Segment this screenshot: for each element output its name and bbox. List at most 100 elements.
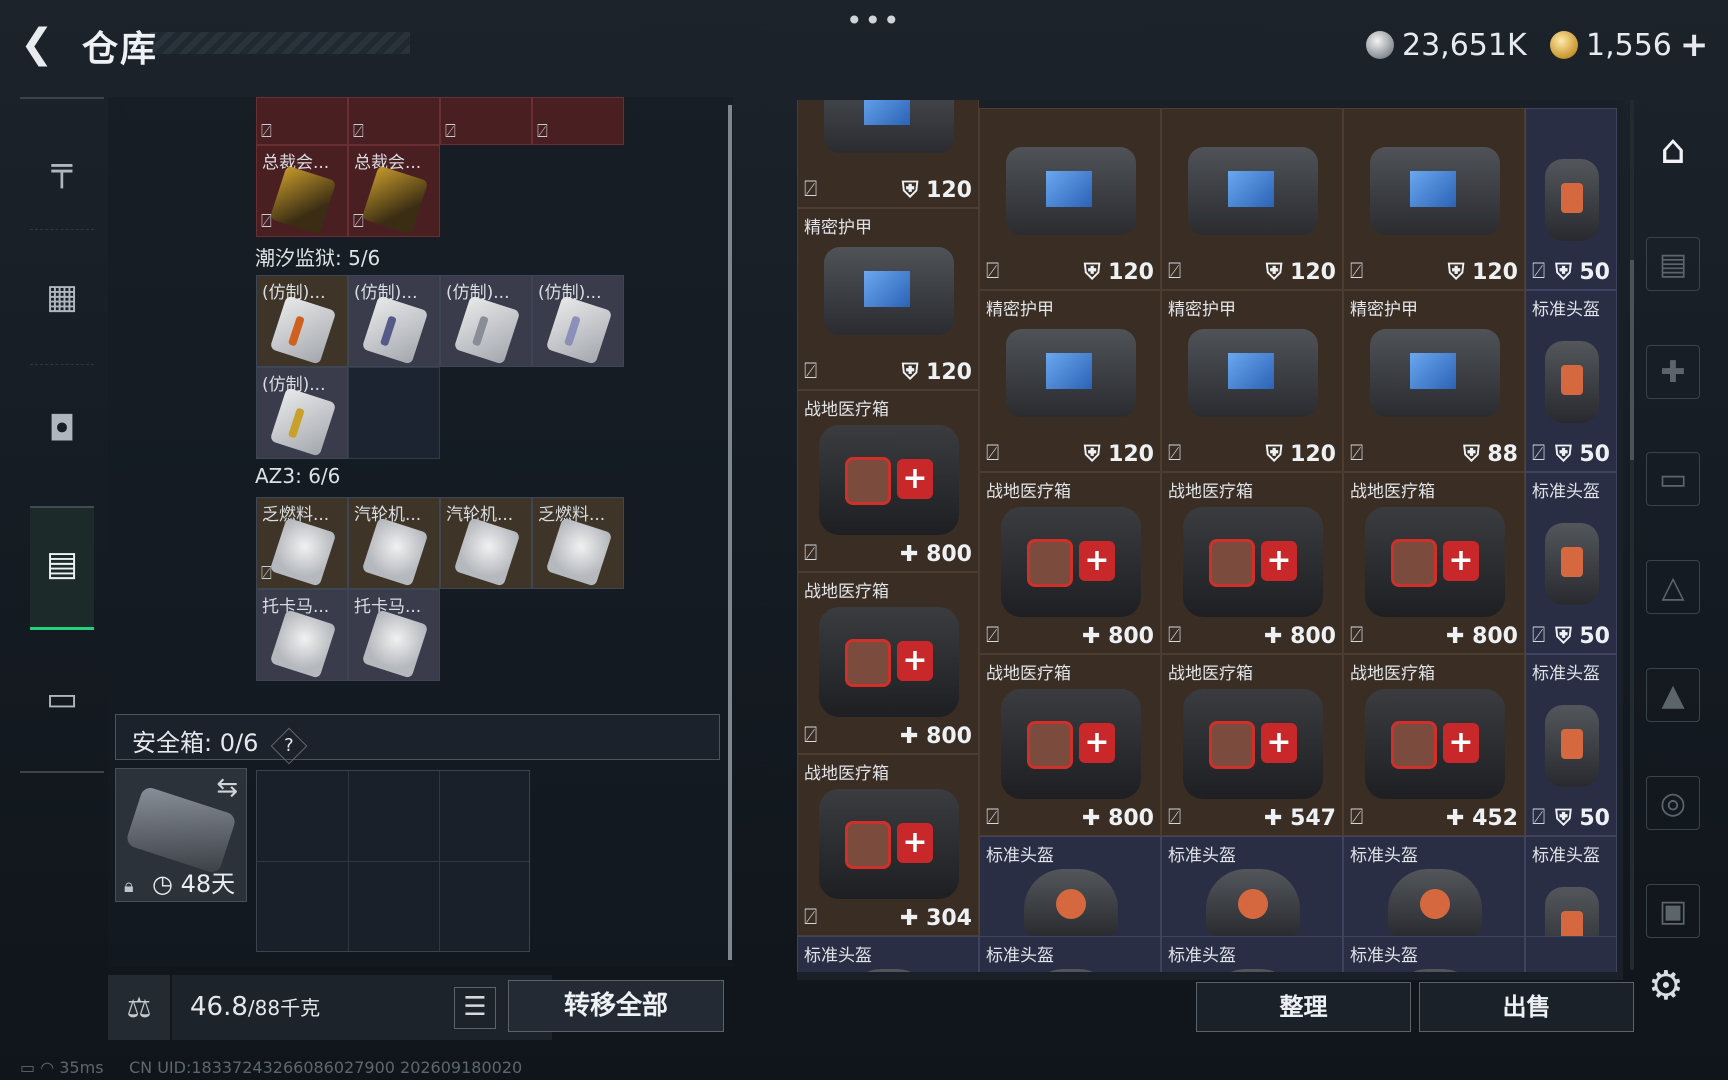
item-slot[interactable]: 汽轮机... — [440, 497, 532, 589]
armor-vest-image — [1370, 147, 1500, 235]
helmet-item-slot[interactable]: ⍁⛨ 50 — [1525, 108, 1617, 290]
armor-item-slot[interactable]: ⍁ ⛨ 120 — [979, 108, 1161, 290]
back-arrow-icon[interactable]: ❮ — [20, 24, 60, 64]
armor-item-slot[interactable]: ⍁ ⛨ 120 — [797, 100, 979, 208]
medkit-item-slot[interactable]: 战地医疗箱 + ⍁ ✚ 547 — [1161, 654, 1343, 836]
item-slot[interactable]: ⍁ — [348, 97, 440, 145]
medkit-item-slot[interactable]: 战地医疗箱 + ⍁ ✚ 800 — [1343, 472, 1525, 654]
tab-icon-iv-1[interactable]: ▤ — [1646, 237, 1700, 291]
medkit-item-slot[interactable]: 战地医疗箱 + ⍁ ✚ 800 — [797, 572, 979, 754]
tab-icon-iv-2[interactable]: ✚ — [1646, 345, 1700, 399]
heal-plus-icon: ✚ — [899, 542, 927, 567]
stash-scrollbar[interactable] — [1630, 100, 1634, 970]
helmet-item-slot[interactable]: 标准头盔⍁⛨ 50 — [1161, 936, 1343, 972]
armor-item-slot[interactable]: 精密护甲 ⍁ ⛨ 120 — [979, 290, 1161, 472]
value-text: 120 — [1290, 260, 1336, 285]
tab-icon-v[interactable]: ◎ — [1646, 776, 1700, 830]
item-slot[interactable]: 托卡马... — [348, 589, 440, 681]
add-currency-icon[interactable]: + — [1680, 25, 1709, 65]
medkit-image: + — [1365, 507, 1505, 617]
item-name: 战地医疗箱 — [1350, 482, 1435, 502]
durability-value: ⛨ 88 — [1463, 442, 1518, 467]
item-name: 精密护甲 — [1168, 300, 1236, 320]
item-name: 标准头盔 — [1350, 846, 1418, 866]
value-text: 120 — [1108, 442, 1154, 467]
medkit-item-slot[interactable]: 战地医疗箱 + ⍁ ✚ 800 — [979, 472, 1161, 654]
item-slot[interactable]: 乏燃料... ⍁ — [256, 497, 348, 589]
more-dots-icon[interactable]: ••• — [846, 4, 902, 37]
heal-value: ✚ 800 — [900, 542, 972, 567]
medkit-item-slot[interactable]: 战地医疗箱 + ⍁ ✚ 800 — [979, 654, 1161, 836]
helmet-item-slot[interactable]: ⍁⛨ 50 — [1525, 936, 1617, 972]
sell-button[interactable]: 出售 — [1419, 982, 1634, 1032]
briefcase-icon[interactable]: ▭ — [32, 669, 92, 729]
durability-value: ⛨ 120 — [902, 178, 972, 203]
material-bag-image — [453, 517, 521, 587]
item-slot[interactable]: (仿制)... — [256, 367, 348, 459]
storage-icon[interactable]: ▤ — [32, 534, 92, 594]
currency-gold[interactable]: 1,556 + — [1550, 22, 1708, 68]
helmet-image — [1388, 969, 1482, 972]
transfer-all-button[interactable]: 转移全部 — [508, 980, 724, 1032]
safe-box-grid[interactable] — [256, 770, 530, 952]
safe-case-slot[interactable]: ⇆ 🔒︎ ◷ 48天 — [115, 768, 247, 902]
item-slot[interactable]: ⍁ — [440, 97, 532, 145]
item-slot[interactable]: 总裁会... ⍁ — [348, 145, 440, 237]
tab-icon-iv-3[interactable]: ▲ — [1646, 668, 1700, 722]
empty-slot[interactable] — [348, 367, 440, 459]
armor-item-slot[interactable]: 精密护甲 ⍁ ⛨ 120 — [797, 208, 979, 390]
tab-icon-gti-1[interactable]: ▭ — [1646, 452, 1700, 506]
value-text: 120 — [1472, 260, 1518, 285]
item-slot[interactable]: 乏燃料... — [532, 497, 624, 589]
list-icon[interactable]: ☰ — [454, 987, 496, 1029]
armor-vest-image — [1188, 147, 1318, 235]
helmet-item-slot[interactable]: 标准头盔⍁⛨ 50 — [1343, 936, 1525, 972]
keycard-image — [545, 295, 613, 365]
weapon-icon[interactable]: ╤ — [32, 139, 92, 199]
medkit-item-slot[interactable]: 战地医疗箱 + ⍁ ✚ 304 — [797, 754, 979, 936]
tab-icon-gti-2[interactable]: △ — [1646, 560, 1700, 614]
heal-plus-icon: ✚ — [1445, 806, 1473, 831]
swap-icon[interactable]: ⇆ — [216, 773, 238, 803]
shield-icon: ⛨ — [1555, 806, 1580, 831]
medkit-item-slot[interactable]: 战地医疗箱 + ⍁ ✚ 800 — [1161, 472, 1343, 654]
helmet-item-slot[interactable]: 标准头盔⍁⛨ 50 — [797, 936, 979, 972]
item-slot[interactable]: (仿制)... — [256, 275, 348, 367]
item-slot[interactable]: (仿制)... — [348, 275, 440, 367]
helmet-item-slot[interactable]: 标准头盔⍁⛨ 50 — [1525, 472, 1617, 654]
sort-button[interactable]: 整理 — [1196, 982, 1411, 1032]
left-scrollbar[interactable] — [728, 105, 732, 960]
armor-item-slot[interactable]: ⍁ ⛨ 120 — [1343, 108, 1525, 290]
item-slot[interactable]: 托卡马... — [256, 589, 348, 681]
armor-item-slot[interactable]: 精密护甲 ⍁ ⛨ 88 — [1343, 290, 1525, 472]
no-trade-icon: ⍁ — [1168, 259, 1182, 284]
medkit-item-slot[interactable]: 战地医疗箱 + ⍁ ✚ 800 — [797, 390, 979, 572]
item-slot[interactable]: 总裁会... ⍁ — [256, 145, 348, 237]
heal-value: ✚ 800 — [1446, 624, 1518, 649]
armor-vest-image — [1006, 329, 1136, 417]
value-text: 452 — [1472, 806, 1518, 831]
no-trade-icon: ⍁ — [1168, 623, 1182, 648]
tab-icon-gti-3[interactable]: ▣ — [1646, 884, 1700, 938]
medkit-item-slot[interactable]: 战地医疗箱 + ⍁ ✚ 452 — [1343, 654, 1525, 836]
item-slot[interactable]: ⍁ — [256, 97, 348, 145]
helmet-item-slot[interactable]: 标准头盔⍁⛨ 50 — [979, 936, 1161, 972]
medkit-image: + — [819, 607, 959, 717]
helmet-item-slot[interactable]: 标准头盔⍁⛨ 50 — [1525, 654, 1617, 836]
settings-gear-icon[interactable]: ⚙ — [1648, 963, 1684, 1009]
help-icon[interactable]: ? — [270, 727, 308, 765]
item-slot[interactable]: ⍁ — [532, 97, 624, 145]
value-text: 304 — [926, 906, 972, 931]
item-slot[interactable]: 汽轮机... — [348, 497, 440, 589]
page-title: 仓库 — [82, 29, 159, 70]
item-slot[interactable]: (仿制)... — [532, 275, 624, 367]
vest-icon[interactable]: ▦ — [32, 267, 92, 327]
helmet-item-slot[interactable]: 标准头盔⍁⛨ 50 — [1525, 290, 1617, 472]
backpack-icon[interactable]: ◘ — [32, 399, 92, 459]
no-trade-icon: ⍁ — [804, 723, 818, 748]
armor-item-slot[interactable]: 精密护甲 ⍁ ⛨ 120 — [1161, 290, 1343, 472]
warehouse-tab-icon[interactable]: ⌂ — [1646, 122, 1700, 176]
item-name: 战地医疗箱 — [804, 764, 889, 784]
armor-item-slot[interactable]: ⍁ ⛨ 120 — [1161, 108, 1343, 290]
item-slot[interactable]: (仿制)... — [440, 275, 532, 367]
